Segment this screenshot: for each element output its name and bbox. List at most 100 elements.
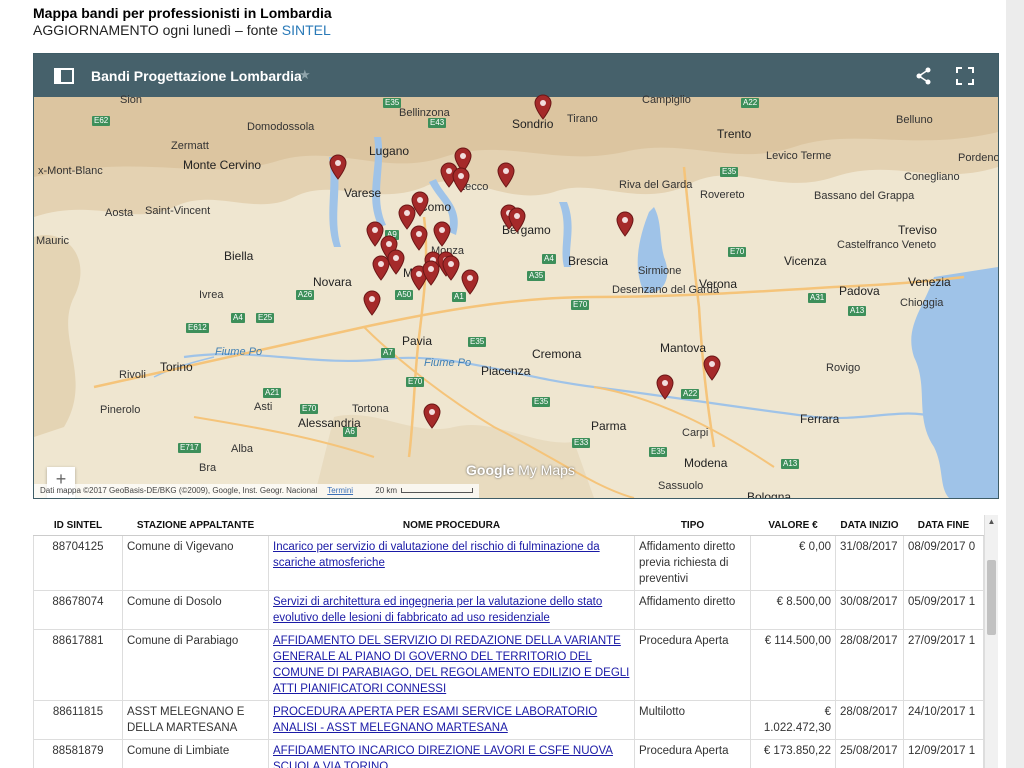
page-subtitle: AGGIORNAMENTO ogni lunedì – fonte SINTEL: [33, 22, 331, 38]
cell-inizio: 28/08/2017: [835, 629, 904, 701]
map-label: Lugano: [369, 144, 410, 158]
road-shield: E612: [186, 323, 209, 333]
cell-stazione: Comune di Dosolo: [122, 590, 269, 630]
map-label: Bassano del Grappa: [814, 190, 915, 202]
map-label: Campiglio: [642, 94, 691, 106]
road-shield: A7: [381, 348, 395, 358]
map-pin-icon[interactable]: [534, 94, 552, 120]
road-shield: E35: [383, 98, 402, 108]
google-logo: Google My Maps: [466, 462, 575, 478]
road-shield: A6: [343, 427, 357, 437]
cell-id: 88617881: [33, 629, 123, 701]
map-pin-icon[interactable]: [372, 255, 390, 281]
cell-id: 88581879: [33, 739, 123, 768]
scroll-up-icon[interactable]: ▲: [985, 515, 998, 529]
sintel-link[interactable]: SINTEL: [282, 22, 331, 38]
map-pin-icon[interactable]: [410, 225, 428, 251]
map-title: Bandi Progettazione Lombardia: [91, 68, 302, 84]
map-pin-icon[interactable]: [423, 403, 441, 429]
header-fine[interactable]: DATA FINE: [903, 515, 984, 536]
cell-tipo: Procedura Aperta: [634, 739, 751, 768]
map-label: Mantova: [660, 341, 707, 355]
cell-nome-link[interactable]: Incarico per servizio di valutazione del…: [268, 535, 635, 591]
map-embed[interactable]: Bandi Progettazione Lombardia ★ Sion Son…: [33, 53, 999, 499]
cell-nome-link[interactable]: AFFIDAMENTO INCARICO DIREZIONE LAVORI E …: [268, 739, 635, 768]
cell-inizio: 28/08/2017: [835, 700, 904, 740]
cell-fine: 12/09/2017 1: [903, 739, 984, 768]
map-label: Aosta: [105, 207, 134, 219]
map-label: Riva del Garda: [619, 179, 693, 191]
bandi-table-container[interactable]: ID SINTEL STAZIONE APPALTANTE NOME PROCE…: [33, 515, 997, 768]
map-pin-icon[interactable]: [508, 207, 526, 233]
map-pin-icon[interactable]: [656, 374, 674, 400]
map-pin-icon[interactable]: [433, 221, 451, 247]
cell-stazione: Comune di Limbiate: [122, 739, 269, 768]
cell-nome-link[interactable]: AFFIDAMENTO DEL SERVIZIO DI REDAZIONE DE…: [268, 629, 635, 701]
table-scrollbar[interactable]: ▲: [984, 515, 998, 768]
map-pin-icon[interactable]: [703, 355, 721, 381]
map-label: Treviso: [898, 223, 937, 237]
map-label: Novara: [313, 275, 352, 289]
road-shield: E70: [406, 377, 425, 387]
terms-link[interactable]: Termini: [327, 486, 353, 495]
map-label: Tortona: [352, 403, 389, 415]
cell-tipo: Procedura Aperta: [634, 629, 751, 701]
map-pin-icon[interactable]: [452, 167, 470, 193]
road-shield: A31: [808, 293, 827, 303]
road-shield: E70: [571, 300, 590, 310]
road-shield: E35: [649, 447, 668, 457]
share-icon[interactable]: [916, 67, 932, 90]
cell-nome-link[interactable]: PROCEDURA APERTA PER ESAMI SERVICE LABOR…: [268, 700, 635, 740]
cell-inizio: 31/08/2017: [835, 535, 904, 591]
road-shield: E70: [728, 247, 747, 257]
header-tipo[interactable]: TIPO: [634, 515, 751, 536]
map-label: x-Mont-Blanc: [38, 165, 103, 177]
road-shield: E35: [720, 167, 739, 177]
scroll-thumb[interactable]: [987, 560, 996, 635]
map-label: Tirano: [567, 113, 598, 125]
page: Mappa bandi per professionisti in Lombar…: [0, 0, 1006, 768]
fullscreen-icon[interactable]: [956, 67, 974, 90]
header-id[interactable]: ID SINTEL: [33, 515, 123, 536]
scale-label: 20 km: [375, 486, 398, 495]
map-label: Biella: [224, 249, 254, 263]
map-label: Sirmione: [638, 265, 682, 277]
map-label: Modena: [684, 456, 728, 470]
road-shield: A50: [395, 290, 414, 300]
cell-fine: 27/09/2017 1: [903, 629, 984, 701]
header-valore[interactable]: VALORE €: [750, 515, 836, 536]
map-pin-icon[interactable]: [442, 255, 460, 281]
map-label: Padova: [839, 284, 880, 298]
map-pin-icon[interactable]: [616, 211, 634, 237]
map-label: Levico Terme: [766, 150, 832, 162]
road-shield: A22: [681, 389, 700, 399]
page-title: Mappa bandi per professionisti in Lombar…: [33, 5, 332, 21]
header-stazione[interactable]: STAZIONE APPALTANTE: [122, 515, 269, 536]
header-inizio[interactable]: DATA INIZIO: [835, 515, 904, 536]
table-row: 88678074 Comune di Dosolo Servizi di arc…: [33, 590, 984, 630]
map-pin-icon[interactable]: [329, 154, 347, 180]
map-label: Venezia: [908, 275, 951, 289]
cell-tipo: Affidamento diretto previa richiesta di …: [634, 535, 751, 591]
cell-valore: € 8.500,00: [750, 590, 836, 630]
table-row: 88704125 Comune di Vigevano Incarico per…: [33, 535, 984, 591]
cell-nome-link[interactable]: Servizi di architettura ed ingegneria pe…: [268, 590, 635, 630]
cell-stazione: Comune di Parabiago: [122, 629, 269, 701]
map-pin-icon[interactable]: [422, 260, 440, 286]
road-shield: A22: [741, 98, 760, 108]
map-label: Domodossola: [247, 121, 315, 133]
table-row: 88581879 Comune di Limbiate AFFIDAMENTO …: [33, 739, 984, 768]
sidebar-toggle-icon[interactable]: [54, 68, 74, 89]
cell-fine: 05/09/2017 1: [903, 590, 984, 630]
road-shield: E717: [178, 443, 201, 453]
map-pin-icon[interactable]: [461, 269, 479, 295]
header-nome[interactable]: NOME PROCEDURA: [268, 515, 635, 536]
subtitle-text: AGGIORNAMENTO ogni lunedì – fonte: [33, 22, 282, 38]
map-label: Mauric: [36, 235, 70, 247]
star-icon[interactable]: ★: [299, 67, 311, 83]
map-pin-icon[interactable]: [363, 290, 381, 316]
map-canvas[interactable]: Sion Sondrio Tirano Campiglio Belluno Be…: [34, 94, 998, 498]
road-shield: E62: [92, 116, 111, 126]
map-label: Fiume Po: [424, 357, 472, 369]
map-pin-icon[interactable]: [497, 162, 515, 188]
